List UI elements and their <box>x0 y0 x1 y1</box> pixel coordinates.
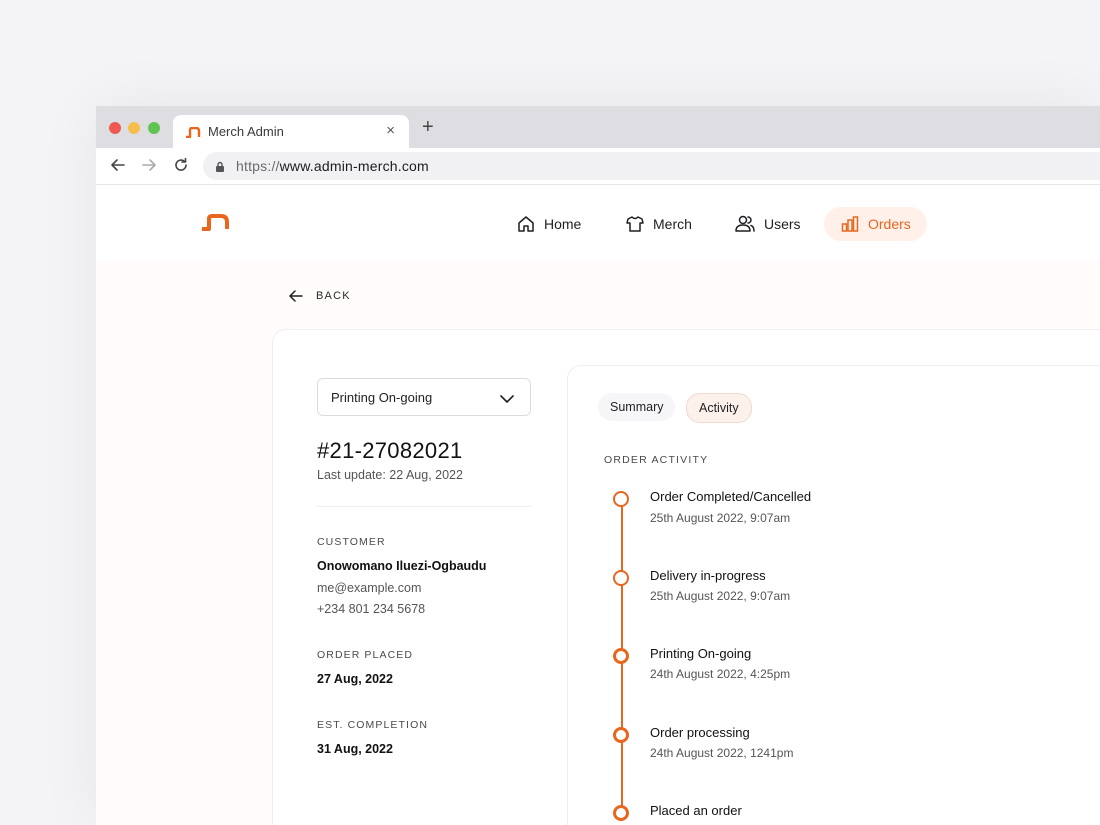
activity-title: Order Completed/Cancelled <box>650 489 812 504</box>
new-tab-button[interactable]: + <box>422 117 434 137</box>
est-completion-date: 31 Aug, 2022 <box>317 742 393 756</box>
activity-panel: Summary Activity ORDER ACTIVITY Order Co… <box>567 365 1100 825</box>
last-update: Last update: 22 Aug, 2022 <box>317 468 463 482</box>
activity-title: Delivery in-progress <box>650 568 766 583</box>
nav-item-label: Home <box>544 216 582 232</box>
back-arrow-icon[interactable] <box>109 156 127 179</box>
timeline-node <box>613 491 629 507</box>
activity-title: Placed an order <box>650 803 742 818</box>
order-card: Printing On-going #21-27082021 Last upda… <box>272 329 1100 825</box>
lock-icon <box>215 160 225 178</box>
order-id: #21-27082021 <box>317 438 463 463</box>
activity-title: Order processing <box>650 725 750 740</box>
timeline-node-done <box>613 648 629 664</box>
timeline-node-done <box>613 727 629 743</box>
maximize-window-button[interactable] <box>148 122 160 134</box>
home-icon <box>518 216 534 232</box>
top-navigation: Home Merch Users Orders <box>96 185 1100 261</box>
address-bar[interactable]: https://www.admin-merch.com <box>203 152 1100 180</box>
merch-logo-icon[interactable] <box>200 213 230 236</box>
order-placed-label: ORDER PLACED <box>317 649 414 661</box>
nav-item-label: Orders <box>868 216 911 232</box>
tab-title: Merch Admin <box>208 124 284 139</box>
browser-tab[interactable]: Merch Admin × <box>173 115 409 148</box>
nav-item-merch[interactable]: Merch <box>625 207 692 241</box>
order-activity-label: ORDER ACTIVITY <box>604 454 709 466</box>
activity-time: 24th August 2022, 4:25pm <box>650 667 791 681</box>
tab-summary[interactable]: Summary <box>598 393 676 421</box>
est-completion-label: EST. COMPLETION <box>317 719 429 731</box>
url-text: https://www.admin-merch.com <box>236 158 429 174</box>
forward-arrow-icon[interactable] <box>140 156 158 179</box>
nav-item-home[interactable]: Home <box>516 207 581 241</box>
customer-label: CUSTOMER <box>317 536 386 548</box>
activity-title: Printing On-going <box>650 646 752 661</box>
merch-logo-icon <box>185 125 201 143</box>
minimize-window-button[interactable] <box>128 122 140 134</box>
chevron-down-icon <box>500 391 514 409</box>
close-tab-icon[interactable]: × <box>386 122 395 139</box>
order-status-select[interactable]: Printing On-going <box>317 378 531 416</box>
activity-time: 25th August 2022, 9:07am <box>650 511 791 525</box>
reload-icon[interactable] <box>172 156 190 179</box>
back-arrow-icon <box>289 290 303 302</box>
activity-time: 24th August 2022, 1241pm <box>650 746 794 760</box>
back-link[interactable]: BACK <box>288 289 351 303</box>
close-window-button[interactable] <box>109 122 121 134</box>
order-status-value: Printing On-going <box>331 390 433 405</box>
nav-item-users[interactable]: Users <box>734 207 801 241</box>
timeline-node <box>613 570 629 586</box>
back-label: BACK <box>316 290 351 302</box>
timeline-node-done <box>613 805 629 821</box>
divider <box>317 506 531 507</box>
app-content: Home Merch Users Orders BACK Printing On… <box>96 185 1100 825</box>
tshirt-icon <box>626 216 644 232</box>
nav-item-label: Merch <box>653 216 692 232</box>
users-icon <box>735 215 755 232</box>
tab-activity[interactable]: Activity <box>686 393 752 423</box>
nav-item-label: Users <box>764 216 801 232</box>
nav-item-orders[interactable]: Orders <box>824 207 927 241</box>
activity-time: 25th August 2022, 9:07am <box>650 589 791 603</box>
bar-chart-icon <box>841 216 859 232</box>
order-placed-date: 27 Aug, 2022 <box>317 672 393 686</box>
browser-window: Merch Admin × + https://www.admin-merch.… <box>96 106 1100 825</box>
browser-toolbar: https://www.admin-merch.com <box>96 148 1100 185</box>
customer-name: Onowomano Iluezi-Ogbaudu <box>317 559 487 573</box>
customer-phone: +234 801 234 5678 <box>317 602 426 616</box>
tab-strip: Merch Admin × + <box>96 106 1100 148</box>
customer-email: me@example.com <box>317 581 422 595</box>
